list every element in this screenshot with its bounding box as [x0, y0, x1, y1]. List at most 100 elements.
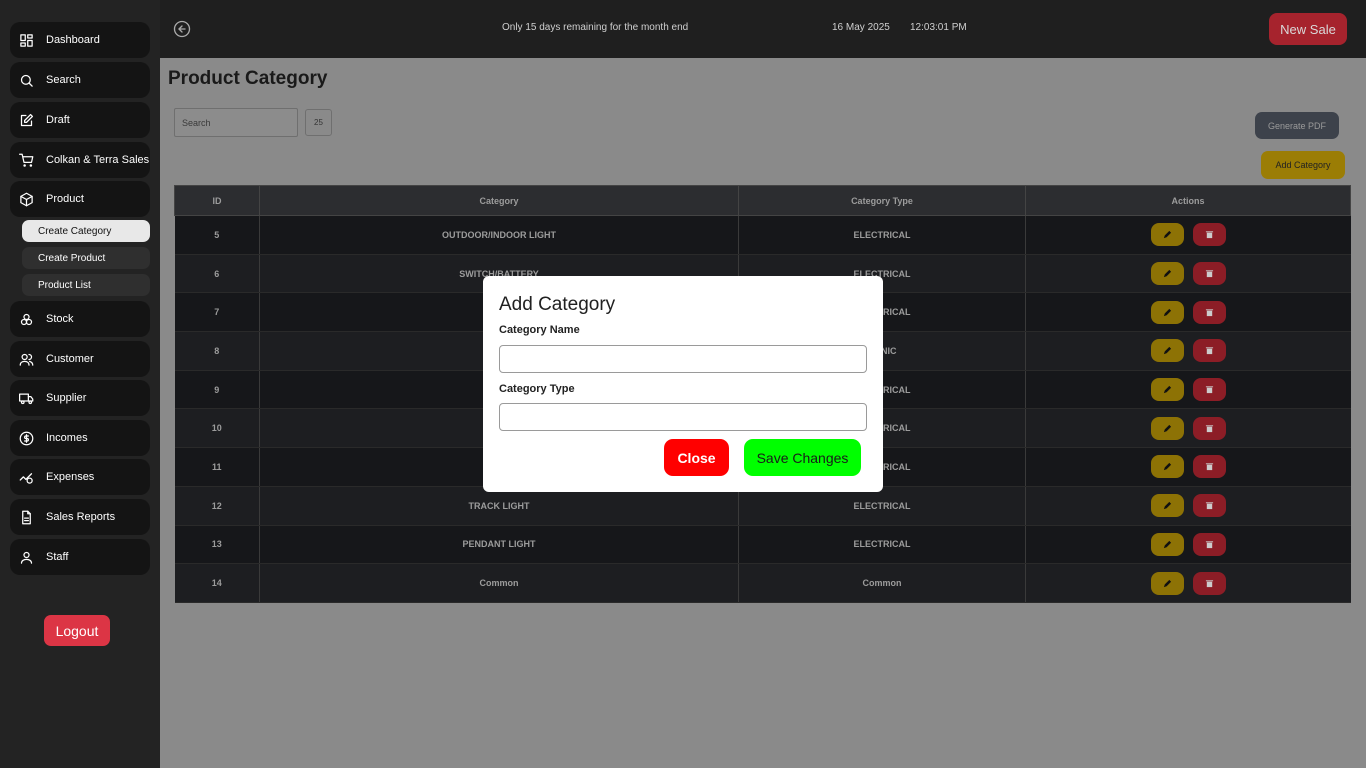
category-type-label: Category Type — [499, 383, 575, 395]
cell-actions — [1025, 408, 1351, 449]
table-row: 14 Common Common — [174, 563, 1351, 603]
cell-id: 6 — [174, 254, 260, 294]
pencil-icon — [1163, 579, 1171, 587]
cell-id: 12 — [174, 486, 260, 526]
trash-icon — [1205, 463, 1213, 471]
back-arrow-icon[interactable] — [173, 20, 191, 38]
category-type-input[interactable] — [499, 403, 867, 431]
page-title: Product Category — [168, 68, 328, 89]
sidebar-item-dashboard[interactable]: Dashboard — [10, 22, 150, 58]
report-icon — [18, 509, 34, 525]
table-row: 13 PENDANT LIGHT ELECTRICAL — [174, 525, 1351, 565]
sidebar-item-label: Incomes — [46, 432, 88, 444]
pencil-icon — [1163, 347, 1171, 355]
column-header-id: ID — [174, 185, 260, 216]
delete-button[interactable] — [1192, 262, 1226, 286]
sidebar-item-stock[interactable]: Stock — [10, 301, 150, 337]
table-row: 12 TRACK LIGHT ELECTRICAL — [174, 486, 1351, 526]
pencil-icon — [1163, 385, 1171, 394]
pencil-icon — [1163, 308, 1171, 316]
sidebar-item-label: Staff — [46, 551, 69, 563]
sidebar-item-customer[interactable]: Customer — [10, 341, 150, 377]
pencil-icon — [1163, 269, 1171, 278]
cell-actions — [1025, 525, 1351, 565]
delete-button[interactable] — [1192, 378, 1226, 402]
cell-actions — [1025, 215, 1351, 255]
delete-button[interactable] — [1192, 223, 1226, 247]
sidebar-item-label: Search — [46, 74, 81, 86]
sidebar-item-colkan-terra-sales[interactable]: Colkan & Terra Sales — [10, 142, 150, 178]
sidebar-item-label: Stock — [46, 313, 74, 325]
topbar: Only 15 days remaining for the month end… — [160, 0, 1366, 58]
edit-button[interactable] — [1150, 416, 1184, 440]
delete-button[interactable] — [1192, 339, 1226, 363]
category-name-input[interactable] — [499, 345, 867, 373]
sidebar-subitem-create-category[interactable]: Create Category — [22, 220, 150, 242]
cell-category: OUTDOOR/INDOOR LIGHT — [259, 215, 739, 255]
trash-icon — [1205, 502, 1213, 510]
sidebar-subitem-create-product[interactable]: Create Product — [22, 247, 150, 269]
table-header-row: ID Category Category Type Actions — [174, 185, 1351, 216]
edit-button[interactable] — [1150, 494, 1184, 518]
cell-id: 10 — [174, 408, 260, 449]
sidebar-item-sales-reports[interactable]: Sales Reports — [10, 499, 150, 535]
sidebar: Dashboard Search Draft Colkan & Terra Sa… — [0, 0, 160, 768]
trash-icon — [1205, 386, 1213, 394]
delete-button[interactable] — [1192, 455, 1226, 479]
sidebar-item-draft[interactable]: Draft — [10, 102, 150, 138]
sidebar-subitem-label: Create Product — [38, 252, 106, 264]
trash-icon — [1205, 347, 1213, 355]
save-changes-button[interactable]: Save Changes — [744, 439, 861, 476]
edit-button[interactable] — [1150, 455, 1184, 479]
dashboard-icon — [18, 32, 34, 48]
delete-button[interactable] — [1192, 300, 1226, 324]
trash-icon — [1205, 231, 1213, 239]
delete-button[interactable] — [1192, 532, 1226, 556]
search-input[interactable] — [174, 108, 298, 137]
generate-pdf-button[interactable]: Generate PDF — [1255, 112, 1339, 139]
sidebar-item-search[interactable]: Search — [10, 62, 150, 98]
sidebar-item-staff[interactable]: Staff — [10, 539, 150, 575]
pencil-icon — [1163, 540, 1171, 548]
pencil-icon — [1163, 231, 1171, 239]
cell-id: 14 — [174, 563, 260, 603]
delete-button[interactable] — [1192, 416, 1226, 440]
dollar-icon — [18, 430, 34, 446]
cell-category-type: Common — [738, 563, 1026, 603]
page-size-select[interactable]: 25 — [305, 109, 332, 136]
edit-button[interactable] — [1150, 532, 1184, 556]
edit-button[interactable] — [1150, 378, 1184, 402]
edit-button[interactable] — [1150, 339, 1184, 363]
sidebar-item-product[interactable]: Product — [10, 181, 150, 217]
new-sale-button[interactable]: New Sale — [1269, 13, 1347, 45]
cell-actions — [1025, 254, 1351, 294]
sidebar-item-expenses[interactable]: Expenses — [10, 459, 150, 495]
logout-button[interactable]: Logout — [44, 615, 110, 646]
column-header-actions: Actions — [1025, 185, 1351, 216]
column-header-category-type: Category Type — [738, 185, 1026, 216]
trash-icon — [1205, 270, 1213, 278]
edit-button[interactable] — [1150, 300, 1184, 324]
trash-icon — [1205, 309, 1213, 316]
close-button[interactable]: Close — [664, 439, 729, 476]
edit-button[interactable] — [1150, 571, 1184, 595]
table-row: 5 OUTDOOR/INDOOR LIGHT ELECTRICAL — [174, 215, 1351, 255]
add-category-modal: Add Category Category Name Category Type… — [483, 276, 883, 492]
sidebar-item-supplier[interactable]: Supplier — [10, 380, 150, 416]
edit-button[interactable] — [1150, 262, 1184, 286]
sidebar-item-label: Customer — [46, 353, 94, 365]
add-category-button[interactable]: Add Category — [1261, 151, 1345, 179]
sidebar-item-incomes[interactable]: Incomes — [10, 420, 150, 456]
trash-icon — [1205, 579, 1213, 587]
delete-button[interactable] — [1192, 494, 1226, 518]
delete-button[interactable] — [1192, 571, 1226, 595]
cell-category-type: ELECTRICAL — [738, 486, 1026, 526]
edit-button[interactable] — [1150, 223, 1184, 247]
users-icon — [18, 351, 34, 367]
user-icon — [18, 549, 34, 565]
sidebar-item-label: Product — [46, 193, 84, 205]
sidebar-subitem-label: Product List — [38, 279, 91, 291]
sidebar-subitem-product-list[interactable]: Product List — [22, 274, 150, 296]
cell-id: 11 — [174, 447, 260, 487]
cell-actions — [1025, 563, 1351, 603]
